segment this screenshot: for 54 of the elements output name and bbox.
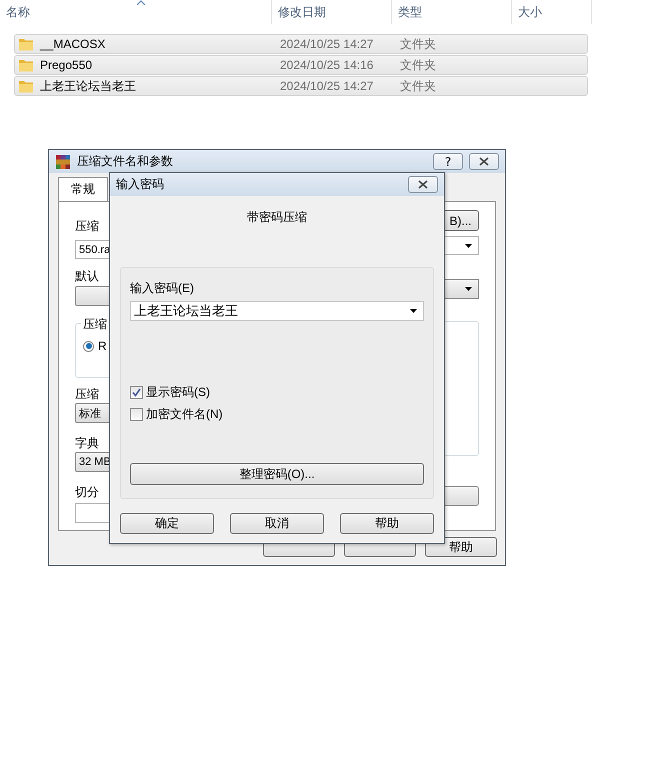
file-type: 文件夹 [400,78,436,94]
dialog-button[interactable]: 帮助 [340,513,434,534]
profile-dropdown-end[interactable] [443,279,479,299]
column-header[interactable]: 名称 [6,4,30,20]
dialog-heading: 带密码压缩 [247,209,307,226]
tab[interactable]: 常规 [58,177,108,201]
dropdown-arrow-icon [465,287,472,291]
folder-row[interactable]: 上老王论坛当老王 2024/10/25 14:27 文件夹 [14,76,588,96]
file-name: __MACOSX [40,37,106,51]
dialog-button[interactable]: 帮助 [425,537,497,557]
file-name: 上老王论坛当老王 [40,78,137,94]
folder-row[interactable]: Prego550 2024/10/25 14:16 文件夹 [14,55,588,75]
checkbox[interactable] [130,386,143,398]
folder-icon [18,79,34,93]
dropdown-arrow-icon [410,309,417,313]
button-end[interactable] [443,486,479,506]
close-icon [479,157,489,166]
checkbox-label: 加密文件名(N) [146,406,223,422]
checkbox[interactable] [130,408,143,420]
close-button[interactable] [469,153,499,170]
modified-date: 2024/10/25 14:16 [280,58,374,72]
browse-button[interactable]: B)... [443,210,479,231]
window-title: 压缩文件名和参数 [77,153,174,170]
file-type: 文件夹 [400,36,436,52]
password-field[interactable]: 上老王论坛当老王 [130,301,424,321]
field-label: 压缩 [75,386,99,403]
close-icon [418,180,428,189]
field-label: 切分 [75,484,99,501]
dropdown-arrow-icon [465,244,472,248]
radio-label: R [98,339,107,353]
dialog-button[interactable]: 取消 [230,513,324,534]
file-name: Prego550 [40,58,94,72]
file-type: 文件夹 [400,56,436,74]
checkbox-label: 显示密码(S) [146,384,210,400]
column-header[interactable]: 大小 [518,4,542,20]
folder-row[interactable]: __MACOSX 2024/10/25 14:27 文件夹 [14,34,588,54]
folder-icon [18,58,34,72]
window-title: 输入密码 [116,176,165,193]
radio-button[interactable] [83,340,94,352]
field-label: 字典 [75,435,99,452]
app-logo-icon [55,154,71,170]
close-button[interactable] [408,176,438,193]
folder-icon [18,37,34,51]
field-label: 压缩 [75,218,99,235]
modified-date: 2024/10/25 14:27 [280,79,374,93]
column-header[interactable]: 修改日期 [278,4,326,20]
dialog-button[interactable]: 确定 [120,513,214,534]
column-header[interactable]: 类型 [398,4,422,20]
field-label: 输入密码(E) [130,280,195,297]
organize-button[interactable]: 整理密码(O)... [130,463,424,485]
help-button[interactable]: ? [433,153,463,170]
field-label: 默认 [75,268,99,285]
archive-name-field-end[interactable] [443,236,479,255]
modified-date: 2024/10/25 14:27 [280,37,374,51]
